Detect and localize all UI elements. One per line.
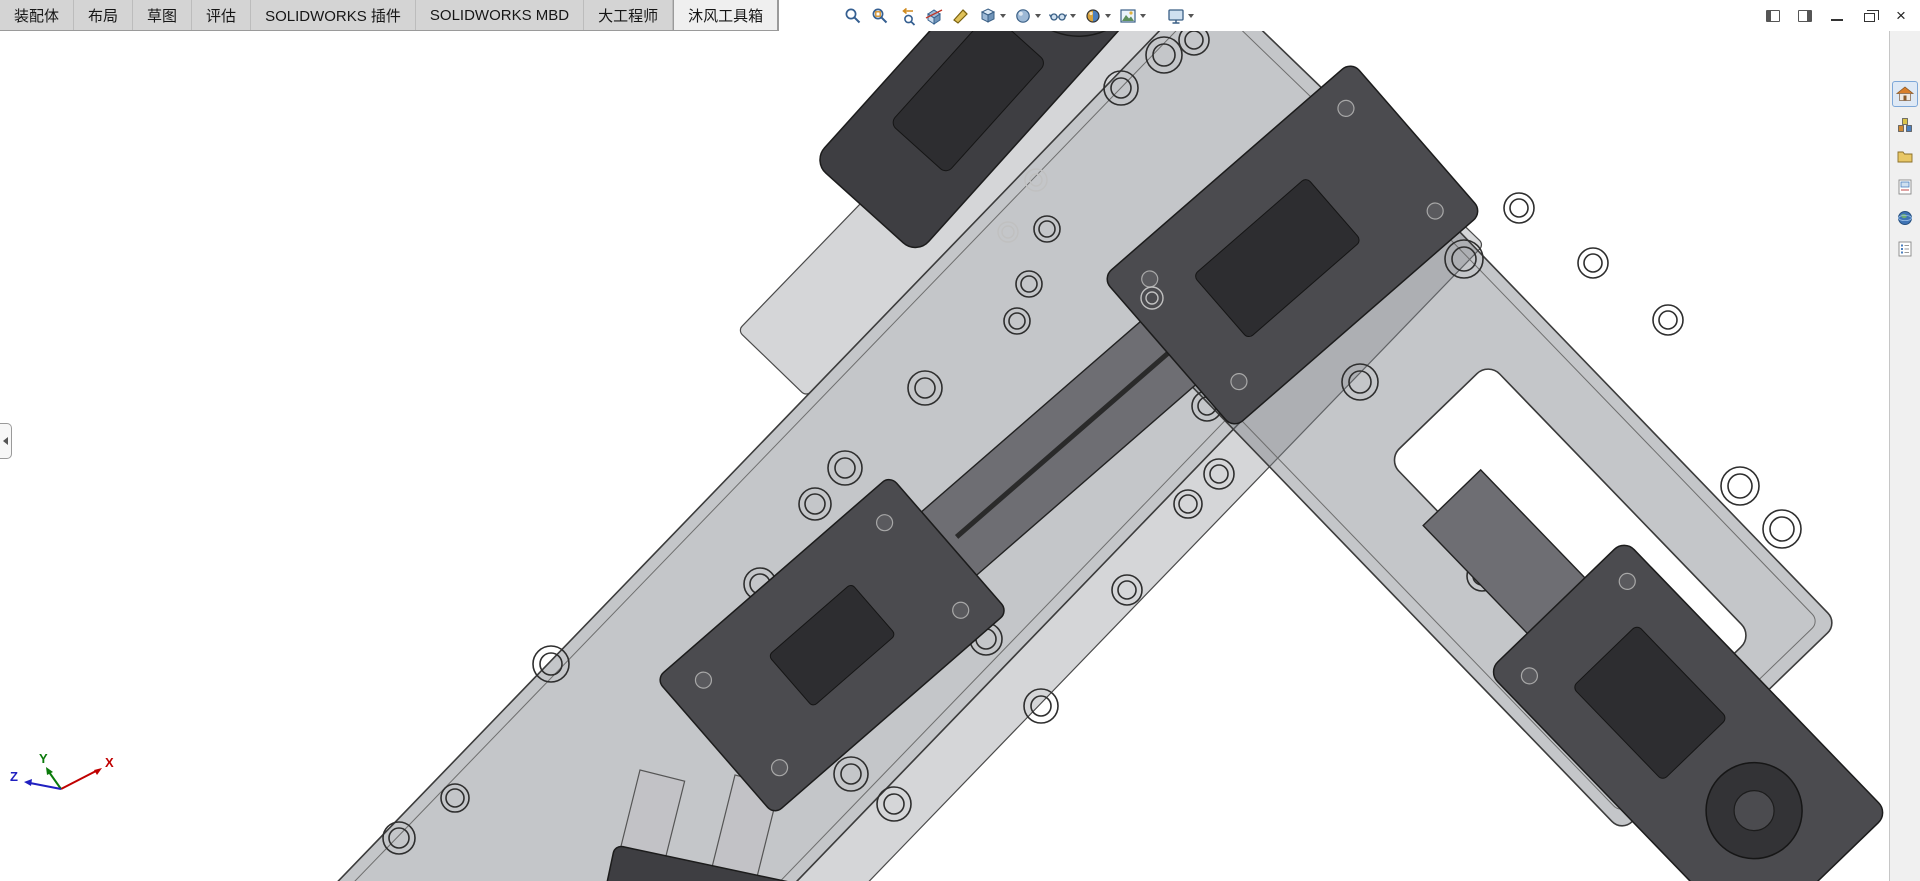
command-manager-tabs: 装配体 布局 草图 评估 SOLIDWORKS 插件 SOLIDWORKS MB…: [0, 0, 780, 31]
heads-up-view-toolbar: [841, 0, 1196, 31]
model-canvas[interactable]: [0, 31, 1889, 881]
zoom-to-area-icon[interactable]: [868, 3, 892, 29]
chevron-down-icon: [1035, 13, 1042, 18]
custom-properties-icon[interactable]: [1892, 236, 1918, 262]
chevron-left-icon: [3, 437, 8, 445]
tab-sketch[interactable]: 草图: [133, 0, 193, 30]
tab-big-engineer[interactable]: 大工程师: [584, 0, 674, 30]
close-button[interactable]: ×: [1886, 3, 1916, 29]
chevron-down-icon: [1070, 13, 1077, 18]
triad-z-label: Z: [10, 769, 18, 784]
chevron-down-icon: [1140, 13, 1147, 18]
chevron-down-icon: [1105, 13, 1112, 18]
restore-button[interactable]: [1854, 3, 1884, 29]
display-style-icon[interactable]: [1011, 3, 1043, 29]
task-pane: [1889, 31, 1920, 881]
reference-triad: X Y Z: [10, 751, 114, 790]
toggle-left-pane-icon[interactable]: [1758, 3, 1788, 29]
tab-assembly[interactable]: 装配体: [0, 0, 75, 30]
chevron-down-icon: [1000, 13, 1007, 18]
featuremanager-collapsed-tab[interactable]: [0, 423, 12, 459]
file-explorer-icon[interactable]: [1892, 143, 1918, 169]
zoom-to-fit-icon[interactable]: [841, 3, 865, 29]
app-root: 装配体 布局 草图 评估 SOLIDWORKS 插件 SOLIDWORKS MB…: [0, 0, 1920, 881]
edit-appearance-icon[interactable]: [1081, 3, 1113, 29]
chevron-down-icon: [1188, 13, 1195, 18]
triad-x-label: X: [105, 755, 114, 770]
minimize-button[interactable]: [1822, 3, 1852, 29]
apply-scene-icon[interactable]: [1116, 3, 1148, 29]
section-view-icon[interactable]: [922, 3, 946, 29]
tab-mufeng-toolbox[interactable]: 沐风工具箱: [673, 0, 779, 30]
tab-solidworks-addins[interactable]: SOLIDWORKS 插件: [251, 0, 416, 30]
toggle-right-pane-icon[interactable]: [1790, 3, 1820, 29]
appearances-scenes-icon[interactable]: [1892, 205, 1918, 231]
view-orientation-icon[interactable]: [976, 3, 1008, 29]
tab-layout[interactable]: 布局: [74, 0, 134, 30]
tab-evaluate[interactable]: 评估: [192, 0, 252, 30]
view-settings-icon[interactable]: [1164, 3, 1196, 29]
solidworks-resources-icon[interactable]: [1892, 81, 1918, 107]
graphics-viewport[interactable]: X Y Z: [0, 31, 1889, 881]
top-bar: 装配体 布局 草图 评估 SOLIDWORKS 插件 SOLIDWORKS MB…: [0, 0, 1920, 31]
tab-solidworks-mbd[interactable]: SOLIDWORKS MBD: [416, 0, 585, 30]
hide-show-items-icon[interactable]: [1046, 3, 1078, 29]
design-library-icon[interactable]: [1892, 112, 1918, 138]
triad-y-label: Y: [39, 751, 48, 766]
main-area: X Y Z: [0, 31, 1920, 881]
dynamic-annotation-views-icon[interactable]: [949, 3, 973, 29]
view-palette-icon[interactable]: [1892, 174, 1918, 200]
window-controls: ×: [1758, 0, 1920, 31]
previous-view-icon[interactable]: [895, 3, 919, 29]
